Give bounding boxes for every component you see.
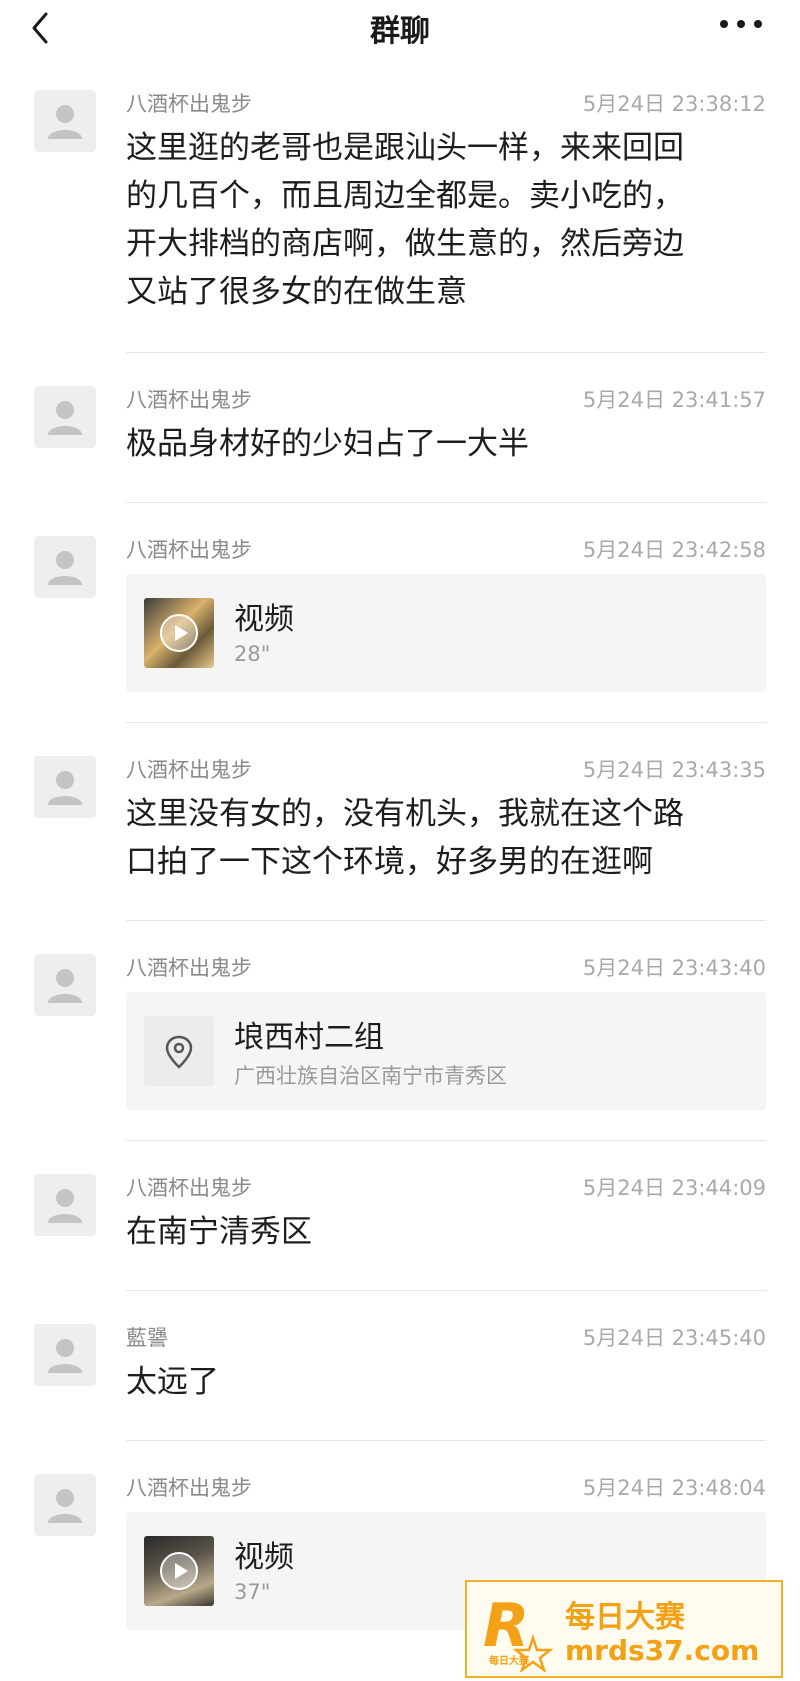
text-line: 在南宁清秀区: [126, 1214, 312, 1250]
message-item: 藍謽 5月24日 23:45:40 太远了: [0, 1320, 800, 1430]
watermark-name: 每日大赛: [565, 1600, 685, 1635]
svg-text:每日大赛: 每日大赛: [489, 1654, 530, 1667]
text-line: 这里没有女的，没有机头，我就在这个路: [126, 796, 684, 832]
message-item: 八酒杯出鬼步 5月24日 23:42:58 视频 28": [0, 532, 800, 702]
message-time: 5月24日 23:38:12: [582, 92, 766, 116]
avatar[interactable]: [34, 1324, 96, 1386]
text-line: 口拍了一下这个环境，好多男的在逛啊: [126, 844, 653, 880]
divider: [126, 920, 766, 921]
message-time: 5月24日 23:43:40: [582, 956, 766, 980]
video-thumbnail[interactable]: [144, 1536, 214, 1606]
location-card[interactable]: 埌西村二组 广西壮族自治区南宁市青秀区: [126, 992, 766, 1110]
message-time: 5月24日 23:48:04: [582, 1476, 766, 1500]
sender-name: 八酒杯出鬼步: [126, 388, 252, 412]
divider: [126, 1440, 766, 1441]
sender-name: 八酒杯出鬼步: [126, 758, 252, 782]
message-time: 5月24日 23:45:40: [582, 1326, 766, 1350]
divider: [126, 502, 766, 503]
location-thumbnail: [144, 1016, 214, 1086]
watermark-banner: R 每日大赛 每日大赛 mrds37.com: [465, 1580, 783, 1678]
user-icon: [48, 771, 82, 805]
location-address: 广西壮族自治区南宁市青秀区: [234, 1064, 507, 1088]
message-item: 八酒杯出鬼步 5月24日 23:43:40 埌西村二组 广西壮族自治区南宁市青秀…: [0, 950, 800, 1120]
avatar[interactable]: [34, 954, 96, 1016]
text-line: 极品身材好的少妇占了一大半: [126, 426, 529, 462]
avatar[interactable]: [34, 90, 96, 152]
divider: [126, 1140, 766, 1141]
video-card[interactable]: 视频 28": [126, 574, 766, 692]
message-item: 八酒杯出鬼步 5月24日 23:41:57 极品身材好的少妇占了一大半: [0, 382, 800, 492]
sender-name: 八酒杯出鬼步: [126, 1476, 252, 1500]
message-text: 这里逛的老哥也是跟汕头一样，来来回回 的几百个，而且周边全都是。卖小吃的， 开大…: [126, 124, 776, 316]
play-icon: [160, 1552, 198, 1590]
sender-name: 八酒杯出鬼步: [126, 538, 252, 562]
user-icon: [48, 1339, 82, 1373]
user-icon: [48, 969, 82, 1003]
sender-name: 八酒杯出鬼步: [126, 956, 252, 980]
text-line: 太远了: [126, 1364, 219, 1400]
text-line: 的几百个，而且周边全都是。卖小吃的，: [126, 178, 684, 214]
message-time: 5月24日 23:44:09: [582, 1176, 766, 1200]
message-time: 5月24日 23:43:35: [582, 758, 766, 782]
play-icon: [160, 614, 198, 652]
message-item: 八酒杯出鬼步 5月24日 23:43:35 这里没有女的，没有机头，我就在这个路…: [0, 752, 800, 910]
text-line: 这里逛的老哥也是跟汕头一样，来来回回: [126, 130, 684, 166]
avatar[interactable]: [34, 386, 96, 448]
sender-name: 藍謽: [126, 1326, 168, 1350]
avatar[interactable]: [34, 1474, 96, 1536]
text-line: 开大排档的商店啊，做生意的，然后旁边: [126, 226, 684, 262]
message-item: 八酒杯出鬼步 5月24日 23:44:09 在南宁清秀区: [0, 1170, 800, 1280]
divider: [126, 1290, 766, 1291]
user-icon: [48, 105, 82, 139]
video-duration: 37": [234, 1580, 271, 1604]
watermark-url: mrds37.com: [565, 1634, 760, 1667]
more-button[interactable]: [718, 14, 764, 34]
user-icon: [48, 551, 82, 585]
message-time: 5月24日 23:42:58: [582, 538, 766, 562]
user-icon: [48, 1189, 82, 1223]
message-text: 在南宁清秀区: [126, 1208, 776, 1256]
divider: [126, 352, 766, 353]
message-text: 太远了: [126, 1358, 776, 1406]
video-title: 视频: [234, 602, 294, 637]
location-pin-icon: [165, 1035, 193, 1069]
video-thumbnail[interactable]: [144, 598, 214, 668]
message-text: 极品身材好的少妇占了一大半: [126, 420, 776, 468]
user-icon: [48, 1489, 82, 1523]
sender-name: 八酒杯出鬼步: [126, 1176, 252, 1200]
divider: [126, 722, 766, 723]
page-title: 群聊: [370, 14, 430, 49]
brand-logo: R 每日大赛: [483, 1591, 553, 1672]
top-bar: 群聊: [0, 0, 800, 62]
user-icon: [48, 401, 82, 435]
message-item: 八酒杯出鬼步 5月24日 23:38:12 这里逛的老哥也是跟汕头一样，来来回回…: [0, 86, 800, 356]
video-title: 视频: [234, 1540, 294, 1575]
message-time: 5月24日 23:41:57: [582, 388, 766, 412]
text-line: 又站了很多女的在做生意: [126, 274, 467, 310]
video-duration: 28": [234, 642, 271, 666]
ellipsis-icon: [720, 20, 762, 28]
avatar[interactable]: [34, 1174, 96, 1236]
sender-name: 八酒杯出鬼步: [126, 92, 252, 116]
avatar[interactable]: [34, 756, 96, 818]
location-title: 埌西村二组: [234, 1020, 384, 1055]
avatar[interactable]: [34, 536, 96, 598]
message-text: 这里没有女的，没有机头，我就在这个路 口拍了一下这个环境，好多男的在逛啊: [126, 790, 776, 886]
